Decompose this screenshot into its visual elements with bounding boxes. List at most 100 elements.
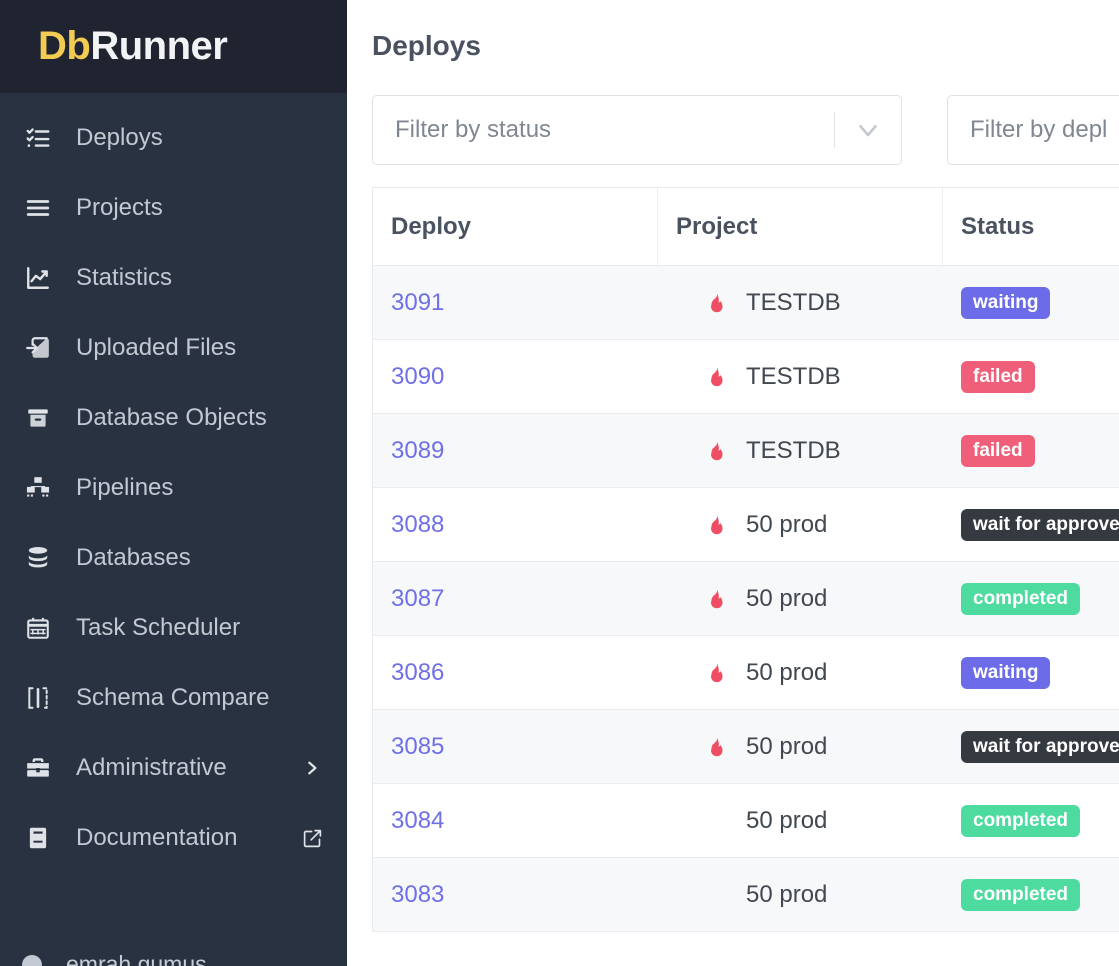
archive-box-icon [16, 405, 60, 431]
deploy-id-link[interactable]: 3091 [391, 289, 444, 317]
sidebar-item-database-objects[interactable]: Database Objects [0, 383, 347, 453]
status-badge: completed [961, 804, 1081, 837]
cell-project: TESTDB [658, 414, 943, 487]
table-row[interactable]: 3083 50 prod completed [373, 858, 1119, 932]
avatar [22, 954, 42, 966]
cell-deploy: 3089 [373, 414, 658, 487]
status-badge: waiting [961, 286, 1051, 319]
table-row[interactable]: 3086 50 prod waiting [373, 636, 1119, 710]
cell-status: completed [943, 562, 1119, 635]
sidebar-nav: Deploys Projects Statistics Uploaded Fil… [0, 93, 347, 873]
brand-logo[interactable]: DbRunner [0, 0, 347, 93]
sidebar-item-projects[interactable]: Projects [0, 173, 347, 243]
filter-by-status-placeholder: Filter by status [395, 116, 552, 143]
chevron-down-icon[interactable] [853, 115, 901, 145]
status-badge: failed [961, 434, 1035, 467]
sidebar-item-uploaded-files[interactable]: Uploaded Files [0, 313, 347, 383]
cell-status: completed [943, 784, 1119, 857]
filter-by-deploy-placeholder: Filter by depl [970, 116, 1108, 143]
sidebar-item-label: Administrative [76, 754, 227, 781]
cell-deploy: 3091 [373, 266, 658, 339]
database-stack-icon [16, 545, 60, 571]
flame-icon [696, 291, 738, 315]
table-row[interactable]: 3088 50 prod wait for approve [373, 488, 1119, 562]
sidebar-item-label: Uploaded Files [76, 334, 237, 361]
table-row[interactable]: 3090 TESTDB failed [373, 340, 1119, 414]
column-header-status[interactable]: Status [943, 188, 1119, 265]
cell-deploy: 3086 [373, 636, 658, 709]
flame-icon [696, 513, 738, 537]
column-header-project[interactable]: Project [658, 188, 943, 265]
brand-suffix: Runner [90, 24, 228, 68]
column-header-deploy[interactable]: Deploy [373, 188, 658, 265]
sidebar-item-documentation[interactable]: Documentation [0, 803, 347, 873]
project-name: 50 prod [746, 658, 828, 686]
cell-project: 50 prod [658, 858, 943, 931]
deploy-id-link[interactable]: 3084 [391, 807, 444, 835]
sidebar-item-schema-compare[interactable]: Schema Compare [0, 663, 347, 733]
sidebar-item-statistics[interactable]: Statistics [0, 243, 347, 313]
cell-deploy: 3085 [373, 710, 658, 783]
sidebar-item-pipelines[interactable]: Pipelines [0, 453, 347, 523]
pipelines-icon [16, 475, 60, 501]
sidebar-item-label: Projects [76, 194, 163, 221]
deploy-id-link[interactable]: 3088 [391, 511, 444, 539]
cell-project: TESTDB [658, 340, 943, 413]
deploy-id-link[interactable]: 3086 [391, 659, 444, 687]
table-row[interactable]: 3085 50 prod wait for approve [373, 710, 1119, 784]
deploy-id-link[interactable]: 3083 [391, 881, 444, 909]
sidebar: DbRunner Deploys Projects Statistics Upl… [0, 0, 347, 966]
cell-project: TESTDB [658, 266, 943, 339]
cell-deploy: 3084 [373, 784, 658, 857]
filter-by-deploy-select[interactable]: Filter by depl [947, 95, 1119, 165]
external-link-icon[interactable] [299, 828, 325, 849]
sidebar-item-administrative[interactable]: Administrative [0, 733, 347, 803]
main-content: Deploys Filter by status Filter by depl … [347, 0, 1119, 966]
file-upload-icon [16, 335, 60, 361]
chart-line-icon [16, 265, 60, 291]
cell-status: waiting [943, 636, 1119, 709]
project-name: 50 prod [746, 584, 828, 612]
table-row[interactable]: 3084 50 prod completed [373, 784, 1119, 858]
status-badge: waiting [961, 656, 1051, 689]
project-name: 50 prod [746, 732, 828, 760]
toolbox-icon [16, 755, 60, 781]
chevron-right-icon[interactable] [299, 760, 325, 776]
table-row[interactable]: 3087 50 prod completed [373, 562, 1119, 636]
flame-icon [696, 439, 738, 463]
sidebar-item-task-scheduler[interactable]: Task Scheduler [0, 593, 347, 663]
status-badge: wait for approve [961, 730, 1119, 763]
sidebar-item-label: Databases [76, 544, 191, 571]
sidebar-user[interactable]: emrah gumus [0, 951, 347, 966]
table-header-row: Deploy Project Status [373, 188, 1119, 266]
status-badge: completed [961, 878, 1081, 911]
cell-deploy: 3083 [373, 858, 658, 931]
deploy-id-link[interactable]: 3090 [391, 363, 444, 391]
project-name: TESTDB [746, 362, 841, 390]
filter-by-status-select[interactable]: Filter by status [372, 95, 902, 165]
sidebar-item-databases[interactable]: Databases [0, 523, 347, 593]
deploy-id-link[interactable]: 3087 [391, 585, 444, 613]
deploy-id-link[interactable]: 3085 [391, 733, 444, 761]
schema-compare-icon [16, 685, 60, 711]
project-name: 50 prod [746, 510, 828, 538]
menu-lines-icon [16, 195, 60, 221]
deploy-id-link[interactable]: 3089 [391, 437, 444, 465]
select-separator [834, 112, 835, 148]
table-header: Deploy Project Status [373, 188, 1119, 266]
sidebar-item-label: Documentation [76, 824, 238, 851]
cell-status: wait for approve [943, 710, 1119, 783]
project-name: 50 prod [746, 806, 828, 834]
table-row[interactable]: 3091 TESTDB waiting [373, 266, 1119, 340]
sidebar-item-deploys[interactable]: Deploys [0, 103, 347, 173]
cell-deploy: 3090 [373, 340, 658, 413]
sidebar-item-label: Deploys [76, 124, 163, 151]
cell-status: wait for approve [943, 488, 1119, 561]
cell-project: 50 prod [658, 636, 943, 709]
table-row[interactable]: 3089 TESTDB failed [373, 414, 1119, 488]
project-name: TESTDB [746, 436, 841, 464]
flame-icon [696, 587, 738, 611]
page-title: Deploys [372, 30, 481, 61]
flame-icon [696, 365, 738, 389]
project-name: 50 prod [746, 880, 828, 908]
